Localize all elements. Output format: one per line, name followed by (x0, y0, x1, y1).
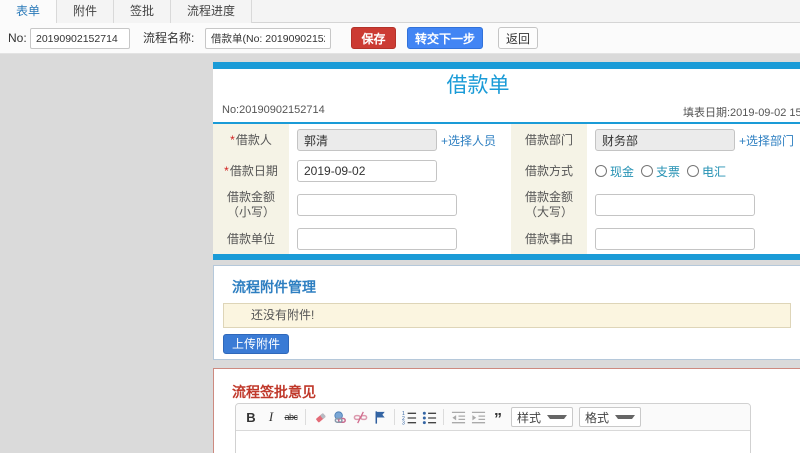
editor-toolbar: B I abc 123 ” 样式 格式 (236, 404, 750, 431)
amount-small-input[interactable] (297, 194, 457, 216)
back-button[interactable]: 返回 (498, 27, 538, 49)
anchor-flag-icon[interactable] (371, 408, 389, 426)
amount-big-input[interactable] (595, 194, 755, 216)
chevron-down-icon (547, 415, 567, 419)
editor-content-area[interactable] (236, 431, 750, 453)
no-input[interactable] (30, 28, 130, 49)
amount-big-label: 借款金额（大写） (511, 186, 587, 224)
loan-reason-input[interactable] (595, 228, 755, 250)
form-bottom-accent-bar (213, 254, 800, 260)
department-input[interactable] (595, 129, 735, 151)
strikethrough-icon[interactable]: abc (282, 408, 300, 426)
numbered-list-icon[interactable]: 123 (400, 408, 418, 426)
process-name-label: 流程名称: (143, 31, 195, 45)
process-name-input[interactable] (205, 28, 331, 49)
indent-icon[interactable] (469, 408, 487, 426)
format-dropdown[interactable]: 格式 (579, 407, 641, 427)
loan-date-input[interactable] (297, 160, 437, 182)
loan-unit-label: 借款单位 (213, 224, 289, 254)
loan-reason-label: 借款事由 (511, 224, 587, 254)
required-mark: * (230, 132, 235, 147)
upload-attachment-button[interactable]: 上传附件 (223, 334, 289, 354)
tab-attachments[interactable]: 附件 (57, 0, 115, 23)
amount-small-label: 借款金额（小写） (213, 186, 289, 224)
radio-cash[interactable] (595, 165, 607, 177)
loan-unit-input[interactable] (297, 228, 457, 250)
styles-dropdown[interactable]: 样式 (511, 407, 573, 427)
borrower-input[interactable] (297, 129, 437, 151)
approval-panel: 流程签批意见 B I abc 1 2 3 ” 样式 格式 (213, 368, 800, 453)
radio-cheque[interactable] (641, 165, 654, 177)
form-meta-row: No:20190902152714 填表日期:2019-09-02 15:27:… (213, 100, 800, 122)
no-attachment-message: 还没有附件! (223, 303, 791, 328)
form-no-text: No:20190902152714 (222, 104, 325, 116)
save-button[interactable]: 保存 (351, 27, 396, 49)
radio-wire-label[interactable]: 电汇 (702, 163, 726, 180)
form-title: 借款单 (446, 74, 510, 97)
no-label: No: (8, 31, 27, 45)
approval-heading: 流程签批意见 (232, 384, 316, 400)
blockquote-icon[interactable]: ” (489, 408, 507, 428)
format-dropdown-label: 格式 (585, 410, 610, 425)
form-top-accent-bar (213, 62, 800, 69)
forward-next-step-button[interactable]: 转交下一步 (407, 27, 483, 49)
required-mark: * (224, 163, 229, 178)
unlink-icon[interactable] (351, 408, 369, 426)
select-person-link[interactable]: +选择人员 (441, 132, 496, 149)
tab-process-progress[interactable]: 流程进度 (171, 0, 253, 23)
radio-cheque-label[interactable]: 支票 (656, 163, 680, 180)
remove-format-eraser-icon[interactable] (311, 408, 329, 426)
rich-text-editor: B I abc 123 ” 样式 格式 (235, 403, 751, 453)
styles-dropdown-label: 样式 (517, 410, 542, 425)
loan-form-panel: 借款单 No:20190902152714 填表日期:2019-09-02 15… (213, 62, 800, 260)
loan-method-label: 借款方式 (511, 156, 587, 186)
italic-icon[interactable]: I (262, 408, 280, 426)
toolbar-separator (394, 409, 395, 425)
attachment-heading: 流程附件管理 (232, 279, 316, 295)
page: 表单 附件 签批 流程进度 No: 流程名称: 保存 转交下一步 返回 借款单 … (0, 0, 800, 453)
borrower-label: *借款人 (213, 124, 289, 156)
form-fill-date-text: 填表日期:2019-09-02 15:27:1 (683, 107, 800, 119)
svg-text:3: 3 (402, 420, 405, 424)
attachment-panel: 流程附件管理 还没有附件! 上传附件 (213, 265, 800, 360)
bulleted-list-icon[interactable] (420, 408, 438, 426)
radio-wire[interactable] (687, 165, 700, 177)
department-label: 借款部门 (511, 124, 587, 156)
loan-method-radios: 现金 支票 电汇 (595, 163, 731, 180)
chevron-down-icon (615, 415, 635, 419)
outdent-icon[interactable] (449, 408, 467, 426)
toolbar-separator (305, 409, 306, 425)
tab-form[interactable]: 表单 (0, 0, 58, 23)
tab-approval[interactable]: 签批 (114, 0, 172, 23)
link-icon[interactable] (331, 408, 349, 426)
tab-bar: 表单 附件 签批 流程进度 (0, 0, 800, 23)
command-toolbar: No: 流程名称: 保存 转交下一步 返回 (0, 23, 800, 54)
radio-cash-label[interactable]: 现金 (610, 163, 634, 180)
select-department-link[interactable]: +选择部门 (739, 132, 794, 149)
form-grid: *借款人 +选择人员 借款部门 +选择部门 *借款日期 借款方式 现金 (213, 124, 800, 254)
bold-icon[interactable]: B (242, 408, 260, 426)
toolbar-separator (443, 409, 444, 425)
loan-date-label: *借款日期 (213, 156, 289, 186)
